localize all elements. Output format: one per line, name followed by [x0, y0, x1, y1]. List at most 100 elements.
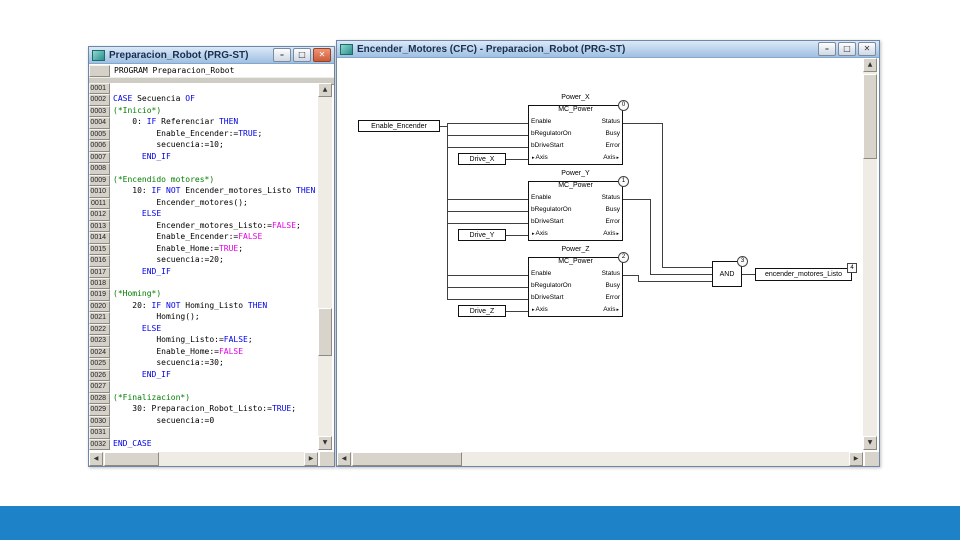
line-number[interactable]: 0007: [89, 151, 110, 164]
close-button[interactable]: ✕: [313, 48, 331, 62]
function-block-power_x[interactable]: MC_Power Enable Status bRegulatorOn Busy bDri…: [528, 105, 623, 165]
line-number[interactable]: 0013: [89, 220, 110, 233]
input-pin-label: bDriveStart: [531, 142, 564, 149]
code-line[interactable]: 0014 Enable_Encender:=FALSE: [89, 232, 318, 244]
cfc-vertical-scrollbar[interactable]: ▲ ▼: [863, 58, 877, 450]
code-line[interactable]: 0010 10: IF NOT Encender_motores_Listo T…: [89, 186, 318, 198]
line-number[interactable]: 0019: [89, 289, 110, 301]
line-number[interactable]: 0003: [89, 105, 110, 118]
cfc-input-drive_x[interactable]: Drive_X: [458, 153, 506, 165]
code-line[interactable]: 0017 END_IF: [89, 266, 318, 278]
line-number[interactable]: 0016: [89, 255, 110, 267]
cfc-editor-canvas[interactable]: Enable_Encender Drive_X Drive_Y Drive_Z Powe…: [337, 58, 863, 450]
maximize-button[interactable]: □: [293, 48, 311, 62]
code-line[interactable]: 0016 secuencia:=20;: [89, 255, 318, 267]
line-number[interactable]: 0014: [89, 232, 110, 244]
code-line[interactable]: 0020 20: IF NOT Homing_Listo THEN: [89, 300, 318, 313]
code-line[interactable]: 0003 (*Inicio*): [89, 105, 318, 118]
code-line[interactable]: 0012 ELSE: [89, 209, 318, 221]
cfc-input-drive_z[interactable]: Drive_Z: [458, 305, 506, 317]
line-number[interactable]: 0002: [89, 94, 110, 106]
code-line[interactable]: 0008: [89, 163, 318, 175]
scroll-right-icon[interactable]: ▶: [849, 452, 863, 466]
code-line[interactable]: 0015 Enable_Home:=TRUE;: [89, 243, 318, 256]
line-number[interactable]: 0012: [89, 209, 110, 221]
code-line[interactable]: 0001: [89, 83, 318, 95]
code-line[interactable]: 0011 Encender_motores();: [89, 197, 318, 210]
line-number[interactable]: 0027: [89, 381, 110, 393]
scroll-up-icon[interactable]: ▲: [318, 83, 332, 97]
cfc-input-enable-encender[interactable]: Enable_Encender: [358, 120, 440, 132]
line-number[interactable]: 0020: [89, 300, 110, 313]
declaration-editor[interactable]: PROGRAM Preparacion_Robot: [89, 64, 334, 77]
code-line[interactable]: 0029 30: Preparacion_Robot_Listo:=TRUE;: [89, 404, 318, 416]
scroll-down-icon[interactable]: ▼: [318, 436, 332, 450]
function-block-power_y[interactable]: MC_Power Enable Status bRegulatorOn Busy bDri…: [528, 181, 623, 241]
line-number[interactable]: 0015: [89, 243, 110, 256]
line-number[interactable]: 0028: [89, 392, 110, 405]
code-line[interactable]: 0027: [89, 381, 318, 393]
cfc-maximize-button[interactable]: □: [838, 42, 856, 56]
left-window-titlebar[interactable]: Preparacion_Robot (PRG-ST) – □ ✕: [89, 47, 334, 64]
line-number[interactable]: 0005: [89, 128, 110, 141]
line-number[interactable]: 0011: [89, 197, 110, 210]
line-number[interactable]: 0024: [89, 346, 110, 359]
code-line[interactable]: 0030 secuencia:=0: [89, 415, 318, 428]
code-line[interactable]: 0006 secuencia:=10;: [89, 140, 318, 152]
cfc-horizontal-scrollbar[interactable]: ◀ ▶: [337, 452, 863, 466]
horizontal-scrollbar[interactable]: ◀ ▶: [89, 452, 318, 466]
line-number[interactable]: 0022: [89, 323, 110, 336]
line-number[interactable]: 0032: [89, 438, 110, 450]
code-line[interactable]: 0009 (*Encendido motores*): [89, 174, 318, 187]
scroll-left-icon[interactable]: ◀: [337, 452, 351, 466]
code-line[interactable]: 0004 0: IF Referenciar THEN: [89, 117, 318, 129]
code-line[interactable]: 0026 END_IF: [89, 369, 318, 382]
line-number[interactable]: 0021: [89, 312, 110, 324]
code-line[interactable]: 0005 Enable_Encender:=TRUE;: [89, 128, 318, 141]
line-number[interactable]: 0025: [89, 358, 110, 370]
code-line[interactable]: 0013 Encender_motores_Listo:=FALSE;: [89, 220, 318, 233]
cfc-horizontal-scrollbar-thumb[interactable]: [352, 452, 462, 466]
right-window-titlebar[interactable]: Encender_Motores (CFC) - Preparacion_Rob…: [337, 41, 879, 58]
line-number[interactable]: 0004: [89, 117, 110, 129]
minimize-button[interactable]: –: [273, 48, 291, 62]
line-number[interactable]: 0010: [89, 186, 110, 198]
line-number[interactable]: 0017: [89, 266, 110, 278]
scroll-left-icon[interactable]: ◀: [89, 452, 103, 466]
cfc-close-button[interactable]: ✕: [858, 42, 876, 56]
cfc-minimize-button[interactable]: –: [818, 42, 836, 56]
vertical-scrollbar-thumb[interactable]: [318, 308, 332, 356]
line-number[interactable]: 0001: [89, 83, 110, 95]
vertical-scrollbar[interactable]: ▲ ▼: [318, 83, 332, 450]
code-line[interactable]: 0032 END_CASE: [89, 438, 318, 450]
line-number[interactable]: 0018: [89, 277, 110, 290]
code-line[interactable]: 0002 CASE Secuencia OF: [89, 94, 318, 106]
code-line[interactable]: 0023 Homing_Listo:=FALSE;: [89, 335, 318, 347]
line-number[interactable]: 0009: [89, 174, 110, 187]
function-block-power_z[interactable]: MC_Power Enable Status bRegulatorOn Busy bDri…: [528, 257, 623, 317]
line-number[interactable]: 0008: [89, 163, 110, 175]
code-line[interactable]: 0018: [89, 277, 318, 290]
code-line[interactable]: 0019 (*Homing*): [89, 289, 318, 301]
line-number[interactable]: 0026: [89, 369, 110, 382]
line-number[interactable]: 0030: [89, 415, 110, 428]
code-line[interactable]: 0007 END_IF: [89, 151, 318, 164]
line-number[interactable]: 0031: [89, 427, 110, 439]
scroll-up-icon[interactable]: ▲: [863, 58, 877, 72]
cfc-vertical-scrollbar-thumb[interactable]: [863, 74, 877, 159]
scroll-down-icon[interactable]: ▼: [863, 436, 877, 450]
line-number[interactable]: 0023: [89, 335, 110, 347]
line-number[interactable]: 0006: [89, 140, 110, 152]
code-line[interactable]: 0028 (*Finalizacion*): [89, 392, 318, 405]
cfc-input-drive_y[interactable]: Drive_Y: [458, 229, 506, 241]
code-line[interactable]: 0021 Homing();: [89, 312, 318, 324]
line-number[interactable]: 0029: [89, 404, 110, 416]
st-code-editor[interactable]: 0001 0002 CASE Secuencia OF 0003 (*Inicio*) 0…: [89, 83, 318, 450]
code-line[interactable]: 0024 Enable_Home:=FALSE: [89, 346, 318, 359]
code-line[interactable]: 0031: [89, 427, 318, 439]
cfc-output-encender-motores-listo[interactable]: encender_motores_Listo: [755, 268, 852, 281]
code-line[interactable]: 0022 ELSE: [89, 323, 318, 336]
scroll-right-icon[interactable]: ▶: [304, 452, 318, 466]
code-line[interactable]: 0025 secuencia:=30;: [89, 358, 318, 370]
horizontal-scrollbar-thumb[interactable]: [104, 452, 159, 466]
